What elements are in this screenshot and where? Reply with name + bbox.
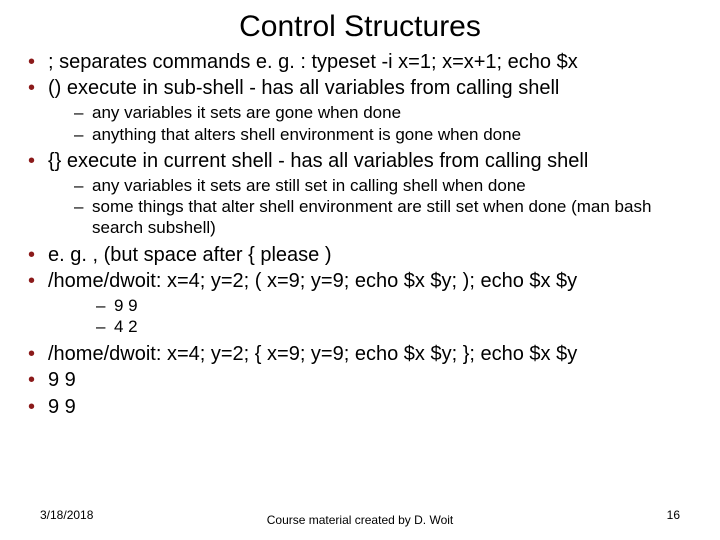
slide-title: Control Structures	[26, 10, 694, 44]
sub-list: any variables it sets are still set in c…	[48, 176, 694, 239]
sub-text: 4 2	[114, 317, 138, 336]
footer-page-number: 16	[667, 508, 680, 522]
bullet-item: {} execute in current shell - has all va…	[26, 149, 694, 239]
sub-item: some things that alter shell environment…	[74, 197, 694, 238]
bullet-item: /home/dwoit: x=4; y=2; { x=9; y=9; echo …	[26, 342, 694, 366]
bullet-text: e. g. , (but space after { please )	[48, 244, 332, 266]
bullet-text: /home/dwoit: x=4; y=2; { x=9; y=9; echo …	[48, 343, 577, 365]
bullet-text: /home/dwoit: x=4; y=2; ( x=9; y=9; echo …	[48, 270, 577, 292]
bullet-item: /home/dwoit: x=4; y=2; ( x=9; y=9; echo …	[26, 269, 694, 338]
sub-list: any variables it sets are gone when done…	[48, 103, 694, 145]
bullet-item: ; separates commands e. g. : typeset -i …	[26, 50, 694, 74]
sub-item: 4 2	[96, 317, 694, 338]
bullet-text: ; separates commands e. g. : typeset -i …	[48, 51, 578, 73]
bullet-item: 9 9	[26, 395, 694, 419]
bullet-text: 9 9	[48, 396, 76, 418]
sub-item: any variables it sets are gone when done	[74, 103, 694, 124]
bullet-list: ; separates commands e. g. : typeset -i …	[26, 50, 694, 419]
bullet-text: () execute in sub-shell - has all variab…	[48, 77, 559, 99]
sub-item: anything that alters shell environment i…	[74, 125, 694, 146]
bullet-text: {} execute in current shell - has all va…	[48, 150, 588, 172]
sub-text: anything that alters shell environment i…	[92, 125, 521, 144]
bullet-item: e. g. , (but space after { please )	[26, 243, 694, 267]
sub-item: 9 9	[96, 296, 694, 317]
slide: Control Structures ; separates commands …	[0, 0, 720, 540]
sub-list: 9 9 4 2	[48, 296, 694, 338]
sub-text: 9 9	[114, 296, 138, 315]
footer-credit-text: Course material created by D. Woit	[267, 513, 454, 527]
bullet-item: () execute in sub-shell - has all variab…	[26, 76, 694, 145]
bullet-text: 9 9	[48, 369, 76, 391]
footer-credit: Course material created by D. Woit	[0, 514, 720, 528]
sub-text: some things that alter shell environment…	[92, 197, 651, 237]
sub-text: any variables it sets are still set in c…	[92, 176, 526, 195]
sub-item: any variables it sets are still set in c…	[74, 176, 694, 197]
sub-text: any variables it sets are gone when done	[92, 103, 401, 122]
bullet-item: 9 9	[26, 368, 694, 392]
